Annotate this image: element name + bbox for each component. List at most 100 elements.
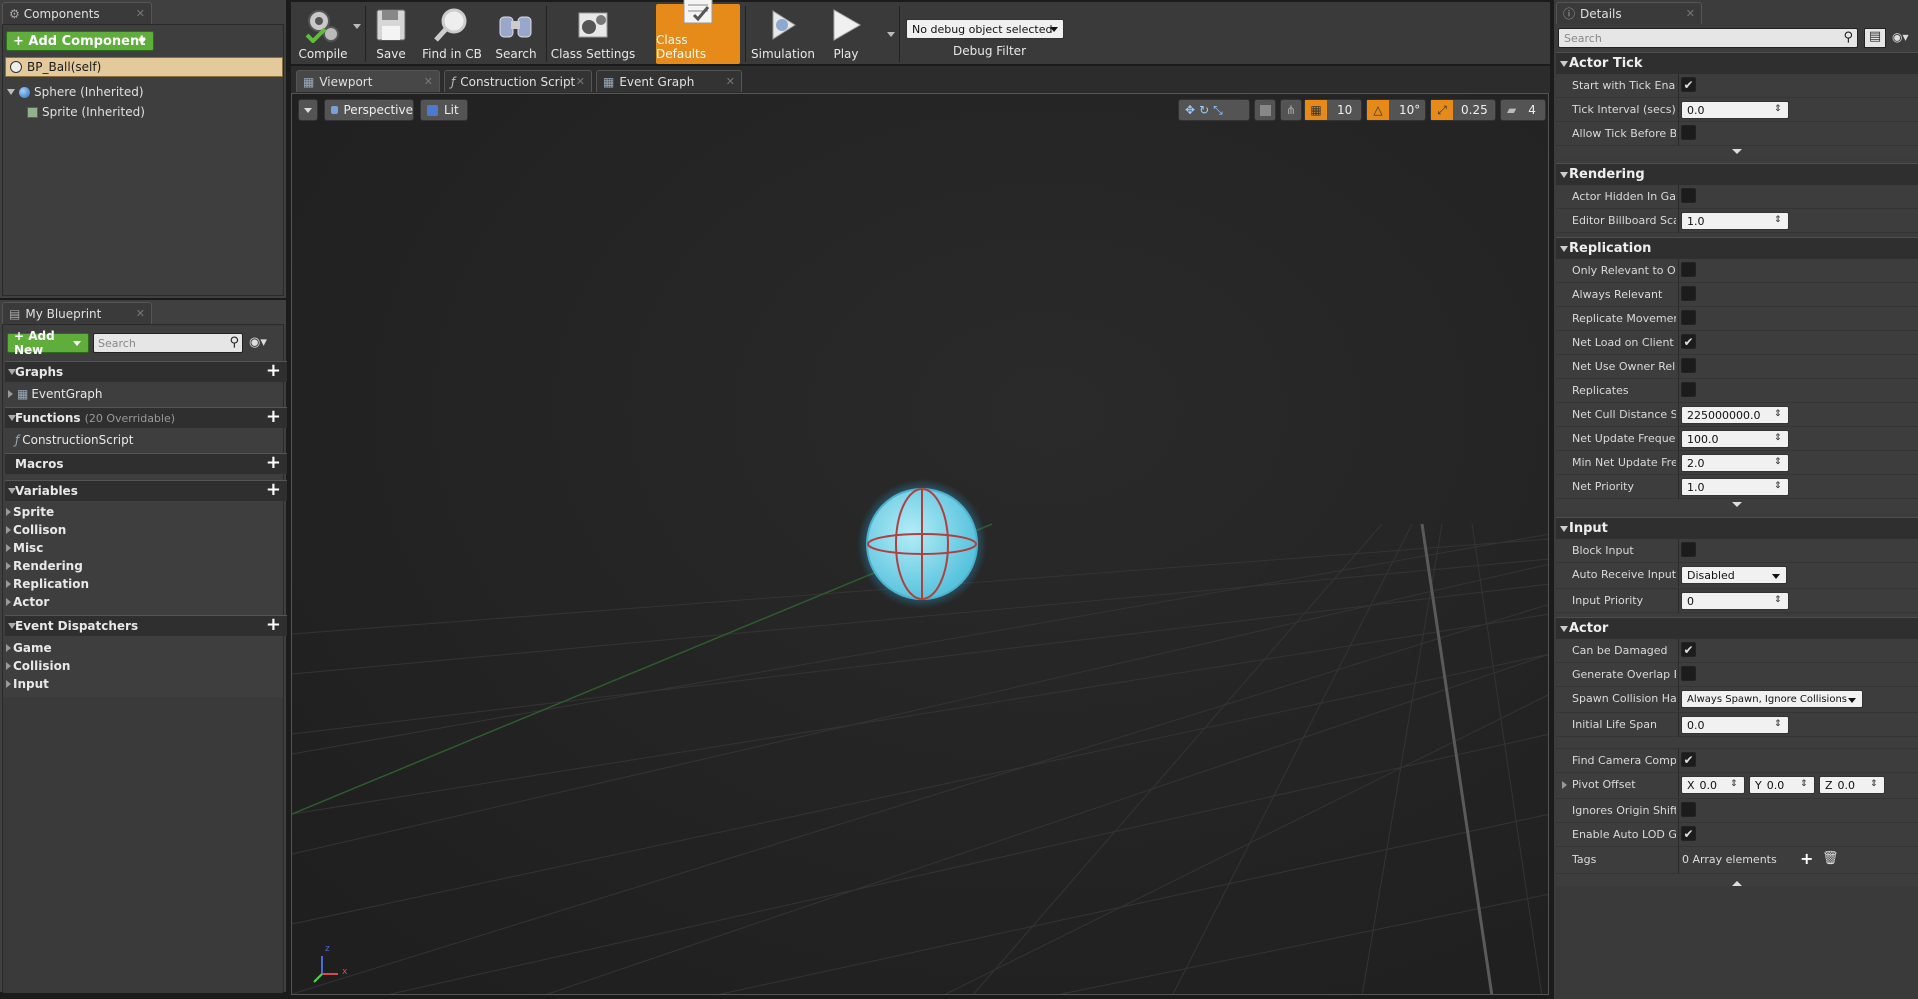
can-be-damaged-checkbox[interactable]: ✔ (1681, 642, 1696, 657)
section-actor-tick[interactable]: Actor Tick (1556, 52, 1918, 74)
close-icon[interactable]: ✕ (576, 75, 585, 88)
auto-receive-select[interactable]: Disabled (1681, 566, 1787, 584)
close-icon[interactable]: ✕ (1686, 7, 1695, 20)
only-relevant-checkbox[interactable] (1681, 262, 1696, 277)
play-options-icon[interactable] (887, 32, 895, 37)
camera-speed-button[interactable]: ▰ 4 (1500, 99, 1546, 121)
section-actor[interactable]: Actor (1556, 617, 1918, 639)
net-update-field[interactable]: 100.0 ⇕ (1681, 430, 1789, 448)
advanced-expander[interactable] (1556, 146, 1918, 158)
replicate-movement-checkbox[interactable] (1681, 310, 1696, 325)
min-net-update-field[interactable]: 2.0 ⇕ (1681, 454, 1789, 472)
spawn-collision-select[interactable]: Always Spawn, Ignore Collisions (1681, 690, 1863, 708)
translate-icon[interactable]: ✥ (1185, 103, 1195, 117)
find-in-cb-button[interactable]: Find in CB (418, 4, 486, 64)
perspective-button[interactable]: Perspective (324, 99, 414, 121)
debug-object-select[interactable]: No debug object selected (906, 19, 1064, 39)
add-component-button[interactable]: + Add Component (6, 31, 154, 51)
pivot-y-field[interactable]: Y 0.0 ⇕ (1749, 776, 1815, 794)
auto-lod-checkbox[interactable]: ✔ (1681, 826, 1696, 841)
variable-category-collison[interactable]: Collison (6, 523, 66, 537)
function-construction-script[interactable]: ƒ ConstructionScript (15, 433, 133, 447)
close-icon[interactable]: ✕ (136, 307, 145, 320)
search-button[interactable]: Search (491, 4, 541, 64)
variable-category-misc[interactable]: Misc (6, 541, 43, 555)
grid-snap-button[interactable]: ▦ 10 (1304, 99, 1362, 121)
event-dispatchers-section[interactable]: Event Dispatchers + (5, 614, 287, 636)
actor-hidden-checkbox[interactable] (1681, 188, 1696, 203)
viewport[interactable]: z x Perspective Lit ✥ ↻ ⤡ ⋔ ▦ 10 △ 10° ⤢… (291, 93, 1549, 995)
eye-icon[interactable]: ◉▾ (249, 335, 267, 350)
variable-category-sprite[interactable]: Sprite (6, 505, 54, 519)
replicates-checkbox[interactable] (1681, 382, 1696, 397)
section-rendering[interactable]: Rendering (1556, 163, 1918, 185)
tab-event-graph[interactable]: ▦ Event Graph ✕ (596, 70, 742, 92)
generate-overlap-checkbox[interactable] (1681, 666, 1696, 681)
details-search-input[interactable]: Search ⚲ (1558, 28, 1858, 48)
net-load-checkbox[interactable]: ✔ (1681, 334, 1696, 349)
expand-icon[interactable] (1562, 781, 1567, 789)
add-variable-icon[interactable]: + (266, 479, 281, 500)
tab-viewport[interactable]: ▦ Viewport ✕ (296, 70, 440, 92)
always-relevant-checkbox[interactable] (1681, 286, 1696, 301)
surface-snap-button[interactable]: ⋔ (1280, 99, 1302, 121)
block-input-checkbox[interactable] (1681, 542, 1696, 557)
add-macro-icon[interactable]: + (266, 452, 281, 473)
graph-eventgraph[interactable]: ▦ EventGraph (8, 387, 103, 401)
advanced-expander[interactable] (1556, 499, 1918, 511)
pivot-z-field[interactable]: Z 0.0 ⇕ (1819, 776, 1885, 794)
class-defaults-button[interactable]: Class Defaults (656, 0, 740, 64)
component-self-row[interactable]: BP_Ball(self) (5, 57, 283, 77)
graphs-section[interactable]: Graphs + (5, 360, 287, 382)
tab-details[interactable]: ⓘ Details ✕ (1556, 2, 1702, 24)
add-graph-icon[interactable]: + (266, 360, 281, 381)
allow-tick-checkbox[interactable] (1681, 125, 1696, 140)
variable-category-replication[interactable]: Replication (6, 577, 89, 591)
dispatcher-category-game[interactable]: Game (6, 641, 52, 655)
net-priority-field[interactable]: 1.0 ⇕ (1681, 478, 1789, 496)
coordinate-space-button[interactable] (1254, 99, 1276, 121)
life-span-field[interactable]: 0.0 ⇕ (1681, 716, 1789, 734)
macros-section[interactable]: Macros + (5, 452, 287, 474)
add-function-icon[interactable]: + (266, 406, 281, 427)
ignores-origin-checkbox[interactable] (1681, 802, 1696, 817)
input-priority-field[interactable]: 0 ⇕ (1681, 592, 1789, 610)
variables-section[interactable]: Variables + (5, 479, 287, 501)
add-element-icon[interactable]: + (1800, 849, 1813, 868)
close-icon[interactable]: ✕ (136, 7, 145, 20)
compile-button[interactable]: Compile (295, 4, 351, 64)
rotate-icon[interactable]: ↻ (1199, 103, 1209, 117)
rotation-snap-button[interactable]: △ 10° (1366, 99, 1426, 121)
close-icon[interactable]: ✕ (726, 75, 735, 88)
component-sprite-row[interactable]: Sprite (Inherited) (27, 105, 145, 119)
net-use-owner-checkbox[interactable] (1681, 358, 1696, 373)
scale-icon[interactable]: ⤡ (1213, 103, 1223, 118)
simulation-button[interactable]: Simulation (751, 4, 815, 64)
add-dispatcher-icon[interactable]: + (266, 614, 281, 635)
eye-icon[interactable]: ◉▾ (1892, 30, 1909, 44)
section-input[interactable]: Input (1556, 517, 1918, 539)
tick-interval-field[interactable]: 0.0 ⇕ (1681, 101, 1789, 119)
tab-construction-script[interactable]: ƒ Construction Script ✕ (444, 70, 592, 92)
tab-my-blueprint[interactable]: ▤ My Blueprint ✕ (2, 302, 152, 324)
dispatcher-category-collision[interactable]: Collision (6, 659, 70, 673)
expand-icon[interactable] (7, 89, 15, 95)
variable-category-rendering[interactable]: Rendering (6, 559, 83, 573)
add-new-button[interactable]: + Add New (7, 329, 89, 357)
start-with-tick-checkbox[interactable]: ✔ (1681, 77, 1696, 92)
net-cull-field[interactable]: 225000000.0 ⇕ (1681, 406, 1789, 424)
billboard-scale-field[interactable]: 1.0 ⇕ (1681, 212, 1789, 230)
viewport-options-button[interactable] (298, 99, 318, 121)
class-settings-button[interactable]: Class Settings (550, 4, 636, 64)
pivot-x-field[interactable]: X 0.0 ⇕ (1681, 776, 1745, 794)
dispatcher-category-input[interactable]: Input (6, 677, 49, 691)
find-camera-checkbox[interactable]: ✔ (1681, 752, 1696, 767)
lit-button[interactable]: Lit (420, 99, 468, 121)
advanced-collapser[interactable] (1556, 874, 1918, 886)
variable-category-actor[interactable]: Actor (6, 595, 49, 609)
trash-icon[interactable]: 🗑 (1822, 851, 1839, 866)
blueprint-search-input[interactable]: Search ⚲ (93, 333, 243, 353)
section-replication[interactable]: Replication (1556, 237, 1918, 259)
scale-snap-button[interactable]: ⤢ 0.25 (1430, 99, 1496, 121)
tab-components[interactable]: ⚙ Components ✕ (2, 2, 152, 24)
